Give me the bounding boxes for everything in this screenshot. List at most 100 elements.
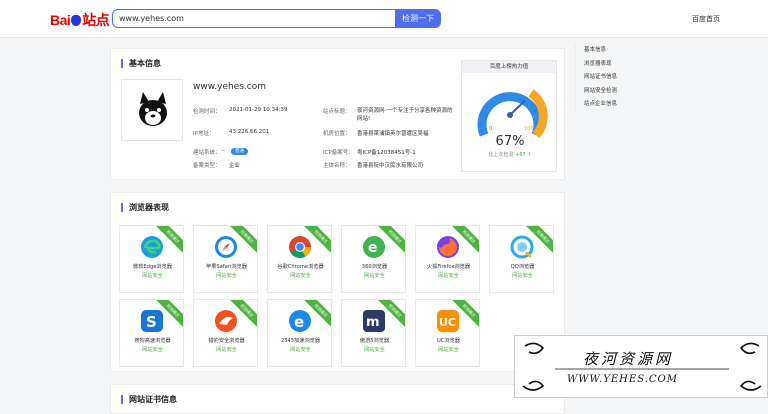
nav-item-browsers[interactable]: 浏览器表现 [576,58,655,72]
browser-status: 网站安全 [290,347,311,353]
site-favicon [121,79,183,141]
browser-card: 浏览器表现 检测通过 微软Edge浏览器 网站安全 检测通过 苹果Safari浏览器 网站… [110,192,565,372]
browser-tile[interactable]: 检测通过 m 傲游5浏览器 网站安全 [341,299,406,367]
browser-tile[interactable]: 检测通过 微软Edge浏览器 网站安全 [119,225,184,293]
chrome-icon [289,236,311,258]
field-value: 2021-01-29 10:34:39 [229,107,288,113]
browser-tile[interactable]: 检测通过 e 360浏览器 网站安全 [341,225,406,293]
browser-name: 傲游5浏览器 [359,338,390,344]
top-bar: Bai 站点 www.yehes.com 检测一下 百度首页 [0,0,768,38]
basic-info-card: 基本信息 www.yehes.com 检测时间： 2021-01-29 10:3… [110,48,565,180]
browser-tile[interactable]: 检测通过 谷歌Chrome浏览器 网站安全 [267,225,332,293]
field-label: 检测时间： [193,109,221,115]
browser-tile[interactable]: 检测通过 苹果Safari浏览器 网站安全 [193,225,258,293]
qq-browser-icon [510,235,534,259]
search-input[interactable]: www.yehes.com [112,9,396,28]
watermark-overlay: 夜河资源网 WWW.YEHES.COM [514,335,768,398]
sogou-icon: S [141,310,163,332]
browser-status: 网站安全 [290,273,311,279]
check-button[interactable]: 检测一下 [395,9,441,28]
field-label: IP地址： [193,131,215,137]
svg-text:e: e [294,313,304,331]
browser-tile[interactable]: 检测通过 猎豹安全浏览器 网站安全 [193,299,258,367]
browser-tile[interactable]: 检测通过 火狐Firefox浏览器 网站安全 [415,225,480,293]
baidu-logo[interactable]: Bai 站点 [50,10,110,30]
gauge-percent: 67% [495,134,525,149]
cert-card: 网站证书信息 [110,384,565,414]
svg-text:UC: UC [439,316,456,329]
browser-name: 2345加速浏览器 [280,338,321,344]
husky-logo-icon [139,92,167,126]
browser-name: 微软Edge浏览器 [133,264,172,270]
field-value: 香港县阮中汉民水有限公司 [357,163,424,169]
browser-name: UC浏览器 [437,338,460,344]
field-value: 香港县莱浦镇英尔曾遭区吴福 [357,131,429,137]
cheetah-icon [215,310,237,332]
browser-tile[interactable]: 检测通过 QQ浏览器 网站安全 [489,225,554,293]
browser-status: 网站安全 [142,273,163,279]
gauge-compare: 比上次检测 +67 ↑ [462,151,558,158]
gauge-compare-prefix: 比上次检测 [488,152,514,158]
field-value: 企业 [229,163,241,169]
field-value: 夜河资源网-一个专注于分享各种资源的网站! [357,108,453,122]
browser-status: 网站安全 [512,273,533,279]
nav-item-cert[interactable]: 网站证书信息 [576,71,655,85]
browser-name: 猎豹安全浏览器 [208,338,245,344]
section-title: 网站证书信息 [121,395,177,404]
svg-text:e: e [368,240,378,256]
browser-status: 网站安全 [438,273,459,279]
gauge-tick-min: 0 [489,126,492,132]
field-label: 站点标题： [323,109,351,115]
safari-icon [215,236,237,258]
svg-text:m: m [366,315,380,330]
gauge-dial: 0 50 100 [477,89,548,139]
section-title: 浏览器表现 [121,203,169,212]
browser-status: 网站安全 [364,273,385,279]
heat-gauge: 百度上榜热力值 0 50 100 67% 比上次检测 +67 ↑ [461,60,557,172]
browser-name: QQ浏览器 [510,264,535,270]
browser-name: 火狐Firefox浏览器 [426,264,471,270]
nav-item-security[interactable]: 网站安全检测 [576,85,655,99]
gauge-tick-mid: 50 [507,94,513,100]
browser-tile[interactable]: 检测通过 e 2345加速浏览器 网站安全 [267,299,332,367]
watermark-title: 夜河资源网 [583,350,674,368]
field-label: 机房位置： [323,131,351,137]
browser-status: 网站安全 [364,347,385,353]
field-label: 建站系统： [193,150,221,156]
360-browser-icon: e [363,236,385,258]
maxthon-icon: m [363,310,385,332]
site-url: www.yehes.com [193,82,266,92]
svg-text:S: S [146,313,157,331]
browser-tile[interactable]: 检测通过 S 搜狗高速浏览器 网站安全 [119,299,184,367]
uc-browser-icon: UC [437,310,459,332]
browser-status: 网站安全 [216,347,237,353]
firefox-icon [437,236,459,258]
browser-name: 搜狗高速浏览器 [134,338,171,344]
home-link[interactable]: 百度首页 [692,14,720,24]
system-badge: 普通 [231,148,248,155]
field-value: 43.226.66.201 [229,129,270,135]
browser-status: 网站安全 [216,273,237,279]
nav-item-basic[interactable]: 基本信息 [576,44,655,58]
logo-tail: 站点 [82,12,110,28]
browser-status: 网站安全 [142,347,163,353]
nav-item-company[interactable]: 站点企业信息 [576,98,655,112]
watermark-url: WWW.YEHES.COM [567,374,678,385]
right-section-nav: 基本信息 浏览器表现 网站证书信息 网站安全检测 站点企业信息 [575,44,655,112]
2345-browser-icon: e [289,310,311,332]
field-value: -- [221,148,225,154]
field-label: 备案类型： [193,163,221,169]
gauge-compare-delta: +67 ↑ [515,152,532,158]
browser-name: 谷歌Chrome浏览器 [277,264,324,270]
field-value: 粤ICP备12038451号-1 [357,150,416,156]
section-title: 基本信息 [121,59,161,68]
browser-tile[interactable]: 检测通过 UC UC浏览器 网站安全 [415,299,480,367]
gauge-title: 百度上榜热力值 [462,61,556,73]
browser-status: 网站安全 [438,347,459,353]
browser-name: 360浏览器 [361,264,388,270]
field-label: 主体名称： [323,163,351,169]
edge-icon [141,236,163,258]
paw-icon [71,15,82,26]
field-label: ICP备案号： [323,150,354,156]
gauge-tick-max: 100 [524,126,534,132]
